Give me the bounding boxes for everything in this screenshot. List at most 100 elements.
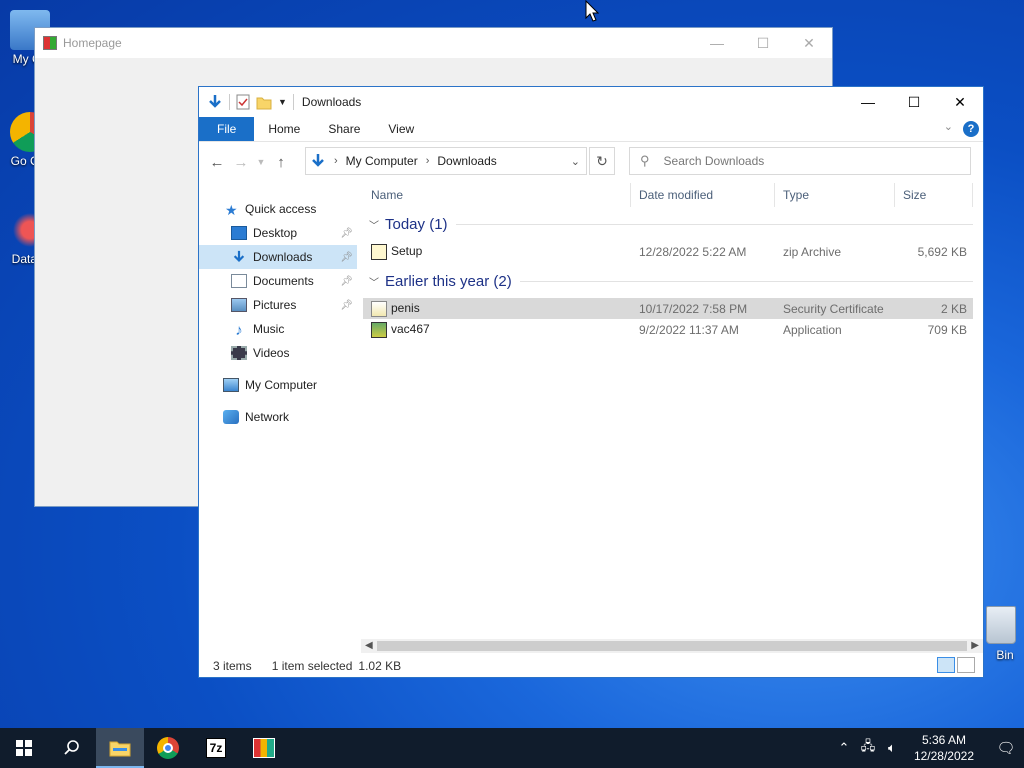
file-list: Name Date modified Type Size ﹀ Today (1)… <box>363 183 973 340</box>
explorer-window[interactable]: ▼ Downloads — ☐ ✕ File Home Share View ⌄… <box>198 86 984 678</box>
tab-view[interactable]: View <box>374 117 428 141</box>
pin-icon[interactable]: 📌︎ <box>340 300 353 311</box>
divider <box>455 223 973 225</box>
new-folder-icon[interactable] <box>256 94 272 110</box>
nav-label: Downloads <box>253 250 313 264</box>
column-header-size[interactable]: Size <box>895 183 973 207</box>
music-icon: ♪ <box>235 322 243 339</box>
file-date: 9/2/2022 11:37 AM <box>639 322 739 337</box>
minimize-button[interactable]: — <box>694 35 740 51</box>
homepage-titlebar[interactable]: Homepage — ☐ ✕ <box>35 28 832 58</box>
group-header-today[interactable]: ﹀ Today (1) <box>363 211 973 237</box>
large-icons-view-icon[interactable] <box>957 657 975 673</box>
chevron-down-icon[interactable]: ⌄ <box>571 155 580 168</box>
network-icon[interactable]: 🖧︎ <box>856 737 880 759</box>
column-header-name[interactable]: Name <box>363 183 631 207</box>
taskbar-file-explorer[interactable] <box>96 728 144 768</box>
search-icon: ⚲ <box>640 153 650 168</box>
network-icon <box>223 410 239 424</box>
nav-item-music[interactable]: ♪ Music <box>199 317 357 341</box>
file-type: zip Archive <box>783 244 842 259</box>
nav-item-quick-access[interactable]: ★ Quick access <box>199 197 357 221</box>
start-button[interactable] <box>0 728 48 768</box>
up-icon[interactable]: ↑ <box>269 154 293 171</box>
notifications-icon[interactable]: 🗨︎ <box>988 739 1024 757</box>
nav-item-desktop[interactable]: Desktop 📌︎ <box>199 221 357 245</box>
minimize-button[interactable]: — <box>845 87 891 117</box>
volume-icon[interactable]: 🔈︎ <box>880 740 904 756</box>
nav-item-my-computer[interactable]: My Computer <box>199 373 357 397</box>
maximize-button[interactable]: ☐ <box>891 87 937 117</box>
nav-item-downloads[interactable]: Downloads 📌︎ <box>199 245 357 269</box>
application-icon <box>371 321 387 338</box>
chevron-right-icon[interactable]: › <box>334 155 338 167</box>
nav-item-network[interactable]: Network <box>199 405 357 429</box>
system-tray: ⌃ 🖧︎ 🔈︎ 5:36 AM 12/28/2022 🗨︎ <box>832 728 1024 768</box>
file-size: 5,692 KB <box>917 244 967 259</box>
search-input[interactable]: ⚲ Search Downloads <box>629 147 971 175</box>
documents-icon <box>231 274 247 288</box>
chevron-right-icon[interactable]: › <box>426 155 430 167</box>
search-button[interactable] <box>48 728 96 768</box>
expand-ribbon-icon[interactable]: ⌄ <box>944 120 953 141</box>
tab-file[interactable]: File <box>199 117 255 141</box>
nav-item-pictures[interactable]: Pictures 📌︎ <box>199 293 357 317</box>
explorer-titlebar[interactable]: ▼ Downloads — ☐ ✕ <box>199 87 983 117</box>
back-icon[interactable]: ← <box>205 154 229 171</box>
clock-time: 5:36 AM <box>921 733 966 747</box>
pictures-icon <box>231 298 247 312</box>
desktop-icon <box>231 226 247 240</box>
column-header-type[interactable]: Type <box>775 183 895 207</box>
status-selected: 1 item selected <box>271 659 353 673</box>
scroll-left-icon[interactable]: ◀ <box>365 639 373 653</box>
taskbar-chrome[interactable] <box>144 728 192 768</box>
recycle-bin-icon <box>986 606 1016 644</box>
file-name: vac467 <box>391 321 430 336</box>
breadcrumb-downloads[interactable]: Downloads <box>437 154 496 168</box>
taskbar-app[interactable] <box>240 728 288 768</box>
taskbar-7zip[interactable]: 7z <box>192 728 240 768</box>
details-view-icon[interactable] <box>937 657 955 673</box>
breadcrumb-my-computer[interactable]: My Computer <box>346 154 418 168</box>
tab-share[interactable]: Share <box>314 117 374 141</box>
recent-locations-icon[interactable]: ▼ <box>253 157 269 167</box>
file-size: 2 KB <box>940 301 967 316</box>
file-date: 10/17/2022 7:58 PM <box>639 301 748 316</box>
chrome-icon <box>157 737 179 759</box>
help-icon[interactable]: ? <box>963 121 979 137</box>
nav-item-videos[interactable]: Videos <box>199 341 357 365</box>
column-header-date-modified[interactable]: Date modified <box>631 183 775 207</box>
taskbar: 7z ⌃ 🖧︎ 🔈︎ 5:36 AM 12/28/2022 🗨︎ <box>0 728 1024 768</box>
status-bar: 3 items 1 item selected 1.02 KB <box>199 655 983 677</box>
group-header-earlier-this-year[interactable]: ﹀ Earlier this year (2) <box>363 268 973 294</box>
pin-icon[interactable]: 📌︎ <box>340 228 353 239</box>
chevron-down-icon: ﹀ <box>369 220 379 232</box>
horizontal-scrollbar[interactable]: ◀ ▶ <box>361 639 983 653</box>
refresh-icon: ↻ <box>596 153 608 169</box>
nav-label: Desktop <box>253 226 298 240</box>
clock[interactable]: 5:36 AM 12/28/2022 <box>914 732 974 764</box>
clock-date: 12/28/2022 <box>913 749 974 763</box>
group-label: Today (1) <box>385 215 448 233</box>
show-hidden-icons-icon[interactable]: ⌃ <box>832 740 856 756</box>
forward-icon[interactable]: → <box>229 154 253 171</box>
pin-icon[interactable]: 📌︎ <box>340 276 353 287</box>
maximize-button[interactable]: ☐ <box>740 35 786 52</box>
tab-home[interactable]: Home <box>254 117 314 141</box>
close-button[interactable]: ✕ <box>786 35 832 52</box>
customize-qa-icon[interactable]: ▼ <box>278 97 287 107</box>
properties-icon[interactable] <box>236 94 250 110</box>
quick-access-toolbar: ▼ <box>199 94 294 110</box>
file-name: penis <box>391 300 420 315</box>
file-row-vac467[interactable]: vac467 9/2/2022 11:37 AM Application 709… <box>363 319 973 340</box>
scrollbar-thumb[interactable] <box>377 641 967 651</box>
file-row-penis[interactable]: penis 10/17/2022 7:58 PM Security Certif… <box>363 298 973 319</box>
nav-item-documents[interactable]: Documents 📌︎ <box>199 269 357 293</box>
pin-icon[interactable]: 📌︎ <box>340 252 353 263</box>
address-bar[interactable]: › My Computer › Downloads ⌄ <box>305 147 587 175</box>
nav-label: Music <box>253 322 285 336</box>
scroll-right-icon[interactable]: ▶ <box>971 639 979 653</box>
refresh-button[interactable]: ↻ <box>589 147 615 175</box>
file-row-setup[interactable]: Setup 12/28/2022 5:22 AM zip Archive 5,6… <box>363 241 973 262</box>
close-button[interactable]: ✕ <box>937 87 983 117</box>
